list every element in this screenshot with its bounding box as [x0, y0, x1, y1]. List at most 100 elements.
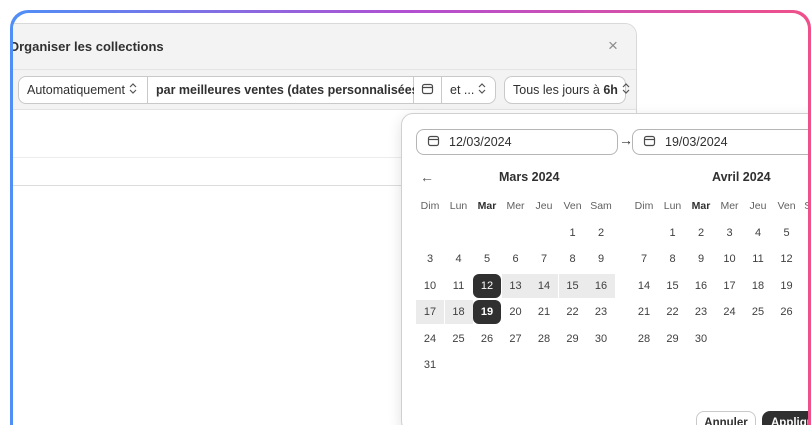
calendar-day[interactable]: 29: [659, 327, 687, 351]
calendar-day[interactable]: 3: [716, 221, 744, 245]
calendar-day[interactable]: 22: [559, 300, 587, 324]
calendar-day[interactable]: 8: [659, 247, 687, 271]
calendar-icon: [643, 134, 656, 150]
calendar-day[interactable]: 24: [716, 300, 744, 324]
calendar-day[interactable]: 20: [801, 274, 808, 298]
calendar-day[interactable]: 15: [659, 274, 687, 298]
calendar-day[interactable]: 19: [773, 274, 801, 298]
calendar-day[interactable]: 10: [716, 247, 744, 271]
weekday-label: Jeu: [535, 200, 553, 212]
calendar-day[interactable]: 7: [530, 247, 558, 271]
weekday-label: Ven: [563, 200, 582, 212]
calendar-day[interactable]: 27: [801, 300, 808, 324]
calendar-day[interactable]: 21: [530, 300, 558, 324]
arrow-left-icon[interactable]: ←: [420, 169, 434, 185]
weekday-label: Mer: [506, 200, 525, 212]
calendar-day[interactable]: 15: [558, 273, 587, 298]
weekday-label: Ven: [777, 200, 796, 212]
calendar-day[interactable]: 14: [630, 274, 658, 298]
calendar-day[interactable]: 11: [744, 247, 772, 271]
calendar-day[interactable]: 14: [530, 273, 558, 298]
calendar-day[interactable]: 4: [744, 221, 772, 245]
calendar-day[interactable]: 7: [630, 247, 658, 271]
calendar-day[interactable]: 9: [687, 247, 715, 271]
weekday-label: Sam: [804, 200, 808, 212]
weekday-label: Lun: [663, 200, 682, 212]
calendar-day[interactable]: 11: [445, 274, 473, 298]
calendar-day[interactable]: 13: [501, 273, 530, 298]
calendar-day[interactable]: 20: [502, 300, 530, 324]
calendar-day[interactable]: 29: [559, 327, 587, 351]
calendar-day[interactable]: 22: [659, 300, 687, 324]
calendar-day[interactable]: 28: [530, 327, 558, 351]
calendar-day[interactable]: 16: [687, 274, 715, 298]
start-date-field[interactable]: 12/03/2024: [416, 129, 618, 155]
calendar-day[interactable]: 19: [473, 300, 501, 324]
calendar-day[interactable]: 2: [687, 221, 715, 245]
cancel-button[interactable]: Annuler: [696, 411, 756, 425]
calendar-day[interactable]: 23: [687, 300, 715, 324]
sort-select[interactable]: par meilleures ventes (dates personnalis…: [148, 75, 435, 104]
weekday-label: Mar: [477, 200, 497, 212]
calendar-day[interactable]: 30: [687, 327, 715, 351]
chevron-up-down-icon: [478, 83, 486, 96]
calendar-icon: [427, 134, 440, 150]
calendar-day[interactable]: 16: [587, 273, 615, 298]
calendar-day[interactable]: 4: [445, 247, 473, 271]
calendar-day[interactable]: 24: [416, 327, 444, 351]
sort-select-label: par meilleures ventes (dates personnalis…: [156, 82, 423, 97]
chevron-up-down-icon: [129, 83, 137, 96]
weekday-label: Mer: [720, 200, 739, 212]
apply-button[interactable]: Appliquer: [762, 411, 808, 425]
calendar-day[interactable]: 17: [416, 300, 444, 324]
schedule-time: 6h: [603, 82, 618, 97]
calendar-day[interactable]: 1: [559, 221, 587, 245]
arrow-right-icon: →: [619, 132, 633, 148]
calendar-day[interactable]: 25: [445, 327, 473, 351]
weekday-label: Mar: [691, 200, 711, 212]
calendar-day[interactable]: 9: [587, 247, 615, 271]
calendar-day[interactable]: 5: [773, 221, 801, 245]
calendar-day[interactable]: 23: [587, 300, 615, 324]
calendar-day[interactable]: 26: [473, 327, 501, 351]
schedule-select[interactable]: Tous les jours à 6h: [504, 75, 630, 104]
dialog-title: Organiser les collections: [13, 39, 164, 54]
calendar-day[interactable]: 8: [559, 247, 587, 271]
calendar-day[interactable]: 6: [801, 221, 808, 245]
calendar-day[interactable]: 12: [773, 247, 801, 271]
calendar-day[interactable]: 13: [801, 247, 808, 271]
date-range-button[interactable]: [414, 75, 442, 104]
calendar-day[interactable]: 30: [587, 327, 615, 351]
calendar-day[interactable]: 25: [744, 300, 772, 324]
calendar-day[interactable]: 2: [587, 221, 615, 245]
calendar-day[interactable]: 5: [473, 247, 501, 271]
calendar-day[interactable]: 1: [659, 221, 687, 245]
calendar-day[interactable]: 31: [416, 353, 444, 377]
weekday-label: Lun: [449, 200, 468, 212]
close-icon[interactable]: ×: [604, 37, 622, 55]
calendar-day[interactable]: 6: [502, 247, 530, 271]
mode-select-label: Automatiquement: [27, 82, 125, 97]
schedule-prefix: Tous les jours à: [513, 82, 604, 97]
end-date-value: 19/03/2024: [665, 135, 728, 149]
calendar-day[interactable]: 27: [502, 327, 530, 351]
mode-select[interactable]: Automatiquement: [18, 75, 148, 104]
calendar-day[interactable]: 18: [744, 274, 772, 298]
calendar-day[interactable]: 26: [773, 300, 801, 324]
sort-toolbar: Automatiquement par meilleures ventes (d…: [13, 70, 636, 110]
end-date-field[interactable]: 19/03/2024: [632, 129, 808, 155]
date-range-popover: 12/03/2024 → 19/03/2024 ← Mars 2024 Avri…: [401, 113, 808, 425]
and-select[interactable]: et ...: [442, 75, 496, 104]
canvas: Organiser les collections × Automatiquem…: [13, 13, 808, 425]
calendar-day[interactable]: 3: [416, 247, 444, 271]
calendar-icon: [421, 82, 434, 98]
calendar-day[interactable]: 21: [630, 300, 658, 324]
calendar-day[interactable]: 10: [416, 274, 444, 298]
calendar-day[interactable]: 12: [473, 273, 501, 298]
weekday-label: Dim: [634, 200, 654, 212]
calendar-day[interactable]: 28: [630, 327, 658, 351]
and-select-label: et ...: [450, 82, 475, 97]
calendar-day[interactable]: 18: [444, 300, 473, 324]
dialog-header: Organiser les collections ×: [13, 24, 636, 70]
calendar-day[interactable]: 17: [716, 274, 744, 298]
